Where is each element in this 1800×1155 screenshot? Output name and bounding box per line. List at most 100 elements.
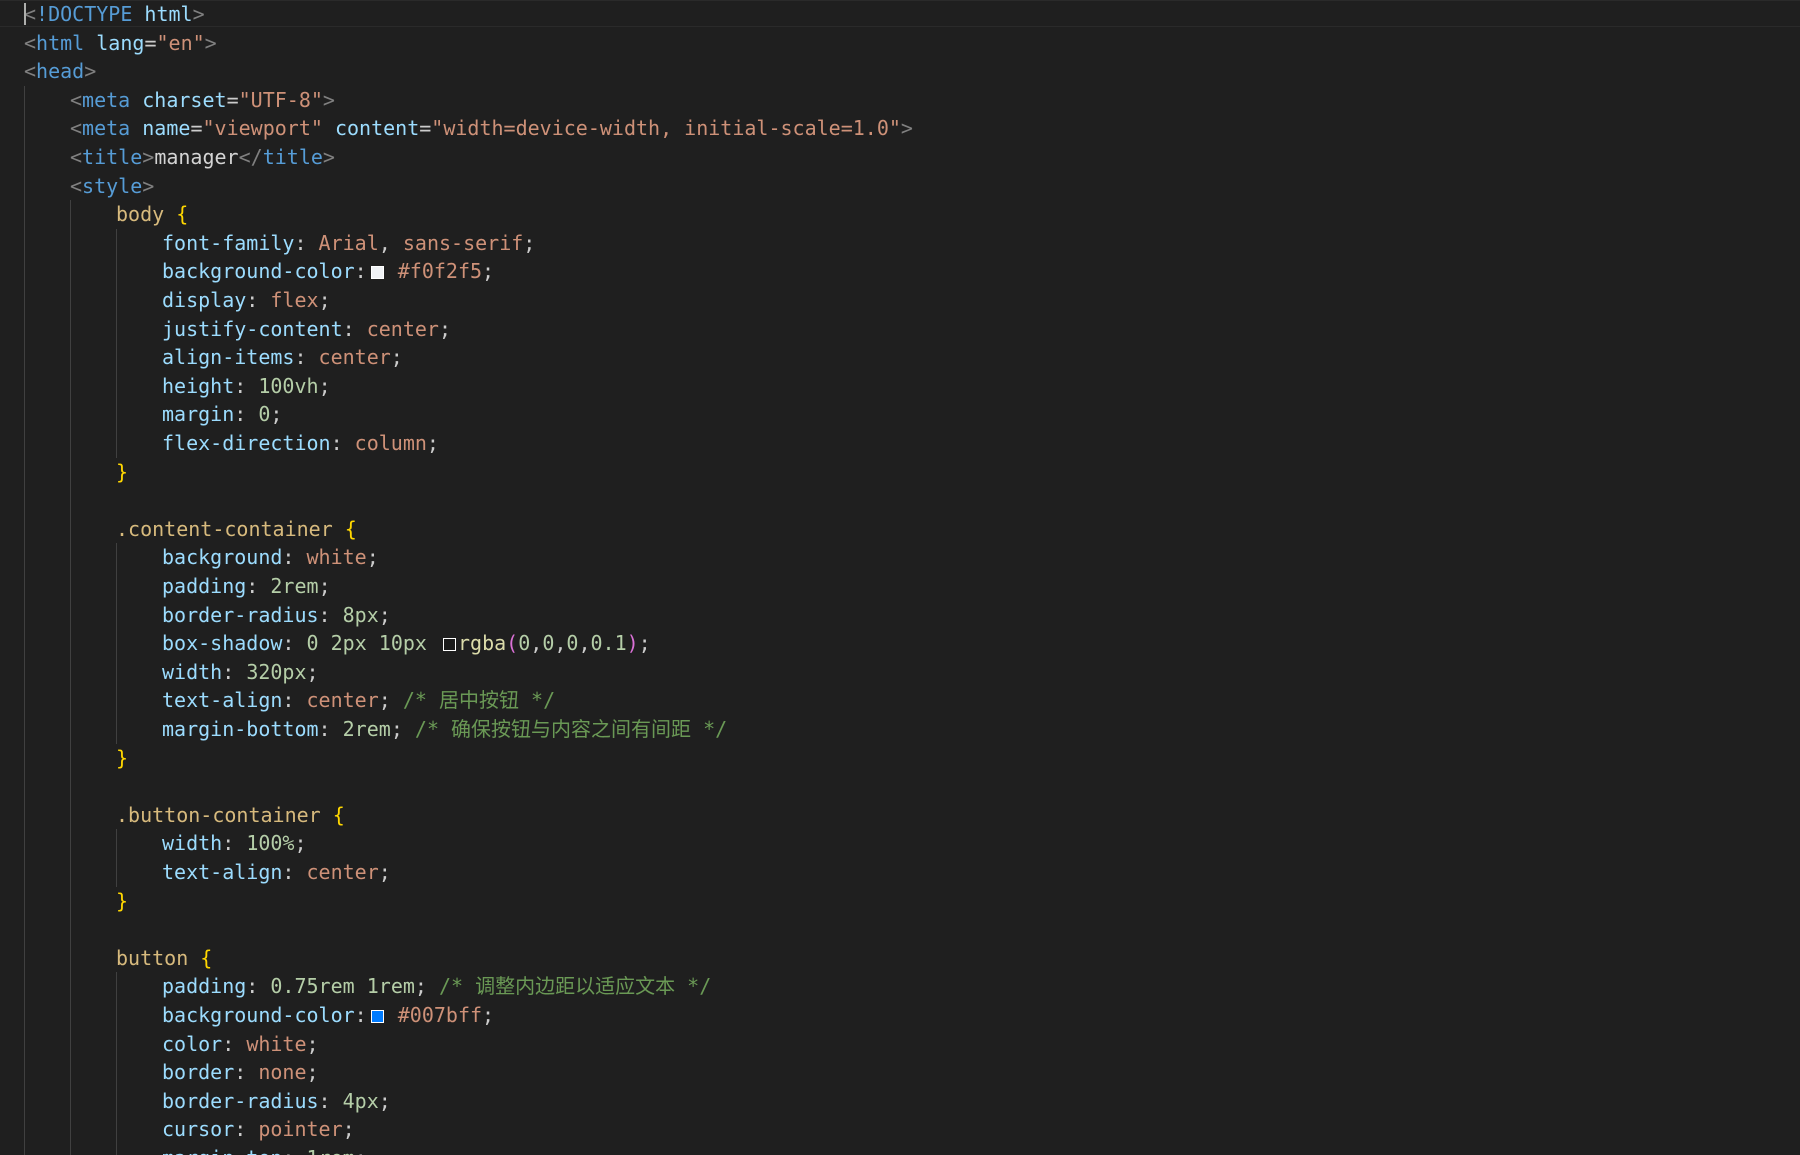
code-token: flex-direction [162, 431, 331, 455]
code-token: manager [154, 145, 239, 169]
code-line[interactable]: justify-content: center; [0, 315, 451, 344]
code-line[interactable]: background-color: #007bff; [0, 1001, 494, 1030]
code-line[interactable]: border-radius: 4px; [0, 1087, 391, 1116]
code-token: html [36, 30, 85, 55]
code-token: ; [482, 259, 495, 284]
code-token: center [366, 316, 439, 341]
code-line[interactable]: display: flex; [0, 286, 331, 315]
code-token: < [70, 87, 83, 112]
code-line[interactable]: text-align: center; [0, 858, 391, 887]
code-line[interactable]: width: 100%; [0, 829, 307, 858]
code-token: : [234, 1060, 259, 1085]
code-line[interactable]: cursor: pointer; [0, 1115, 355, 1144]
code-line[interactable]: flex-direction: column; [0, 429, 439, 458]
code-token: > [322, 87, 335, 112]
color-swatch-icon[interactable] [443, 638, 456, 652]
code-token: : [330, 431, 355, 455]
code-line[interactable]: <head> [0, 57, 96, 86]
code-token: 0 [518, 631, 531, 656]
code-token: body [116, 202, 165, 227]
code-line[interactable] [0, 486, 116, 515]
code-line[interactable]: background: white; [0, 543, 379, 572]
code-token: margin-bottom [162, 717, 319, 741]
code-token: , [578, 631, 591, 656]
code-token: /* 确保按钮与内容之间有间距 */ [414, 717, 728, 741]
code-token: 0 [258, 402, 271, 427]
code-line[interactable]: } [0, 887, 128, 916]
code-token: ; [390, 717, 415, 741]
code-line[interactable]: <meta charset="UTF-8"> [0, 86, 335, 115]
color-swatch-icon[interactable] [370, 266, 384, 280]
code-line[interactable]: background-color: #f0f2f5; [0, 257, 494, 286]
code-token: : [234, 373, 259, 398]
code-line[interactable]: font-family: Arial, sans-serif; [0, 229, 535, 258]
code-token: content [334, 116, 420, 141]
code-line[interactable]: height: 100vh; [0, 372, 331, 401]
code-line[interactable]: <title>manager</title> [0, 143, 335, 172]
code-line[interactable]: border-radius: 8px; [0, 601, 391, 630]
code-token: { [200, 945, 213, 970]
code-line[interactable] [0, 915, 116, 944]
code-line[interactable]: color: white; [0, 1030, 319, 1059]
code-token: padding [162, 574, 247, 598]
code-line[interactable]: text-align: center; /* 居中按钮 */ [0, 686, 555, 715]
code-line[interactable]: padding: 0.75rem 1rem; /* 调整内边距以适应文本 */ [0, 972, 711, 1001]
code-line[interactable]: align-items: center; [0, 343, 403, 372]
code-line[interactable]: margin-top: 1rem; [0, 1144, 367, 1155]
code-line[interactable] [0, 772, 116, 801]
code-token: 100% [246, 831, 295, 856]
code-line[interactable]: body { [0, 200, 188, 229]
code-token: meta [82, 87, 131, 112]
code-token: } [116, 745, 129, 770]
code-token: ; [390, 345, 403, 370]
code-token: 0 [306, 631, 319, 656]
code-token: > [142, 145, 155, 169]
code-token: "UTF-8" [238, 87, 323, 112]
code-line[interactable]: margin: 0; [0, 400, 282, 429]
code-token: > [204, 30, 217, 55]
code-token: 0 [566, 631, 579, 656]
current-line-highlight [0, 0, 1800, 27]
code-line[interactable]: <html lang="en"> [0, 29, 217, 58]
code-token: < [24, 30, 37, 55]
code-line[interactable]: width: 320px; [0, 658, 319, 687]
code-line[interactable]: .button-container { [0, 801, 345, 830]
code-line[interactable]: margin-bottom: 2rem; /* 确保按钮与内容之间有间距 */ [0, 715, 727, 744]
code-token: .button-container [116, 802, 321, 827]
code-token: meta [82, 116, 131, 141]
code-line[interactable]: <meta name="viewport" content="width=dev… [0, 114, 913, 143]
code-line[interactable]: .content-container { [0, 515, 357, 544]
code-line[interactable]: border: none; [0, 1058, 319, 1087]
code-token: padding [162, 974, 247, 999]
color-swatch-icon[interactable] [370, 1010, 384, 1023]
code-line[interactable]: <!DOCTYPE html> [0, 0, 205, 29]
code-token: ; [414, 974, 439, 999]
code-token: border [162, 1060, 235, 1085]
code-token: } [116, 459, 129, 484]
code-token: border-radius [162, 602, 319, 627]
code-token: text-align [162, 688, 283, 713]
code-editor[interactable]: <!DOCTYPE html> <html lang="en"> <head> <me… [0, 0, 1800, 1155]
code-token: : [294, 230, 319, 255]
code-line[interactable]: padding: 2rem; [0, 572, 331, 601]
code-line[interactable]: } [0, 744, 128, 773]
code-token: !DOCTYPE [36, 2, 133, 26]
code-line[interactable]: <style> [0, 172, 154, 201]
code-line[interactable]: box-shadow: 0 2px 10px rgba(0,0,0,0.1); [0, 629, 651, 658]
code-line[interactable]: } [0, 458, 128, 487]
code-token: : [294, 345, 319, 370]
code-token: text-align [162, 860, 283, 884]
code-token: { [344, 516, 357, 541]
code-token: color [162, 1031, 223, 1056]
code-line[interactable]: button { [0, 944, 212, 973]
